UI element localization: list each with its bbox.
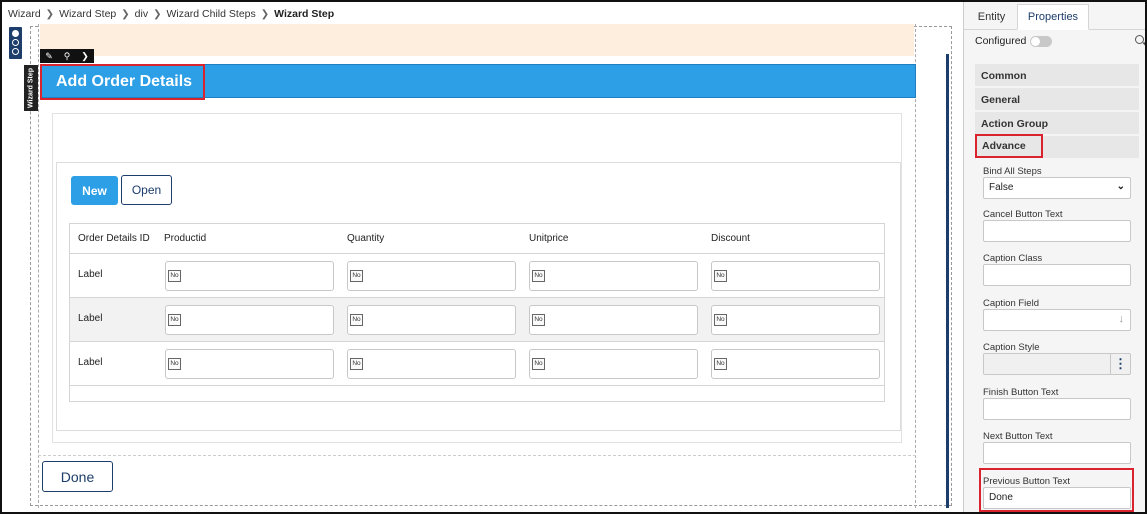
chevron-right-icon: ❯ — [153, 8, 162, 20]
done-button[interactable]: Done — [42, 461, 113, 492]
panel-tabs: Entity Properties — [964, 4, 1145, 30]
finish-button-text-label: Finish Button Text — [983, 387, 1059, 398]
cancel-button-text-input[interactable] — [983, 220, 1131, 242]
chevron-right-icon: ❯ — [45, 8, 55, 20]
field-tag: No — [532, 358, 545, 370]
productid-input[interactable]: No — [165, 349, 334, 379]
productid-input[interactable]: No — [165, 261, 334, 291]
productid-input[interactable]: No — [165, 305, 334, 335]
unitprice-input[interactable]: No — [529, 261, 698, 291]
open-button[interactable]: Open — [121, 175, 172, 205]
cancel-button-text-label: Cancel Button Text — [983, 209, 1063, 220]
section-common[interactable]: Common — [975, 64, 1139, 86]
tab-entity[interactable]: Entity — [969, 4, 1014, 30]
row-label: Label — [78, 357, 103, 368]
search-icon[interactable]: ⚲ — [61, 49, 73, 63]
breadcrumb-item-div[interactable]: div — [135, 8, 148, 20]
field-tag: No — [350, 314, 363, 326]
field-tag: No — [350, 270, 363, 282]
field-tag: No — [714, 314, 727, 326]
breadcrumb: Wizard ❯ Wizard Step ❯ div ❯ Wizard Chil… — [8, 7, 334, 21]
properties-panel: Entity Properties Configured Common Gene… — [963, 2, 1145, 512]
grid-header: Order Details ID Productid Quantity Unit… — [70, 224, 884, 254]
row-label: Label — [78, 313, 103, 324]
field-tag: No — [714, 358, 727, 370]
caption-style-label: Caption Style — [983, 342, 1040, 353]
column-header-productid: Productid — [164, 233, 207, 244]
quantity-input[interactable]: No — [347, 349, 516, 379]
next-button-text-label: Next Button Text — [983, 431, 1053, 442]
quantity-input[interactable]: No — [347, 305, 516, 335]
design-canvas: Wizard Step ✎ ⚲ ❯ Add Order Details New … — [2, 24, 960, 512]
wizard-header-area — [40, 24, 914, 56]
component-tree-toggle[interactable] — [9, 27, 22, 59]
breadcrumb-item-wizard-step[interactable]: Wizard Step — [59, 8, 116, 20]
more-options-icon[interactable]: ⋮ — [1110, 354, 1130, 374]
search-icon[interactable] — [1135, 35, 1144, 44]
chevron-down-icon: ⌄ — [1116, 181, 1125, 192]
next-button-text-input[interactable] — [983, 442, 1131, 464]
table-row: Label No No No No — [70, 298, 884, 342]
breadcrumb-item-wizard-child-steps[interactable]: Wizard Child Steps — [166, 8, 255, 20]
pencil-icon[interactable]: ✎ — [43, 49, 55, 63]
discount-input[interactable]: No — [711, 349, 880, 379]
discount-input[interactable]: No — [711, 261, 880, 291]
column-header-quantity: Quantity — [347, 233, 385, 244]
unitprice-input[interactable]: No — [529, 349, 698, 379]
wizard-footer — [38, 455, 916, 501]
unitprice-input[interactable]: No — [529, 305, 698, 335]
field-tag: No — [168, 314, 181, 326]
column-header-order-details-id: Order Details ID — [78, 233, 150, 244]
field-tag: No — [714, 270, 727, 282]
caption-style-input[interactable]: ⋮ — [983, 353, 1131, 375]
node-icon — [12, 48, 19, 55]
element-toolbar: ✎ ⚲ ❯ — [40, 49, 94, 63]
quantity-input[interactable]: No — [347, 261, 516, 291]
bind-all-steps-label: Bind All Steps — [983, 166, 1042, 177]
configured-toggle[interactable] — [1030, 35, 1053, 47]
column-header-unitprice: Unitprice — [529, 233, 569, 244]
table-row: Label No No No No — [70, 254, 884, 298]
caption-class-label: Caption Class — [983, 253, 1043, 264]
wizard-step-side-label[interactable]: Wizard Step — [24, 65, 38, 111]
section-advance[interactable]: Advance — [975, 134, 1043, 158]
chevron-right-icon: ❯ — [260, 8, 270, 20]
configured-filter: Configured — [975, 35, 1053, 47]
step-title[interactable]: Add Order Details — [40, 64, 205, 100]
bind-all-steps-value: False — [989, 182, 1014, 193]
finish-button-text-input[interactable] — [983, 398, 1131, 420]
tab-properties[interactable]: Properties — [1017, 4, 1089, 30]
field-tag: No — [168, 358, 181, 370]
breadcrumb-item-wizard[interactable]: Wizard — [8, 8, 41, 20]
caption-field-select[interactable]: ↓ — [983, 309, 1131, 331]
new-button[interactable]: New — [71, 176, 118, 205]
caption-field-label: Caption Field — [983, 298, 1039, 309]
discount-input[interactable]: No — [711, 305, 880, 335]
field-tag: No — [532, 314, 545, 326]
bind-all-steps-select[interactable]: False ⌄ — [983, 177, 1131, 199]
section-general[interactable]: General — [975, 88, 1139, 110]
section-action-group[interactable]: Action Group — [975, 112, 1139, 134]
column-header-discount: Discount — [711, 233, 750, 244]
chevron-right-icon[interactable]: ❯ — [79, 49, 91, 63]
field-tag: No — [532, 270, 545, 282]
configured-label: Configured — [975, 35, 1027, 47]
breadcrumb-current: Wizard Step — [274, 8, 335, 20]
row-label: Label — [78, 269, 103, 280]
chevron-right-icon: ❯ — [121, 8, 130, 20]
field-tag: No — [168, 270, 181, 282]
scrollbar[interactable] — [946, 54, 949, 508]
field-tag: No — [350, 358, 363, 370]
arrow-down-icon: ↓ — [1118, 313, 1125, 325]
order-details-grid: Order Details ID Productid Quantity Unit… — [69, 223, 885, 402]
node-icon — [12, 30, 19, 37]
node-icon — [12, 39, 19, 46]
caption-class-input[interactable] — [983, 264, 1131, 286]
previous-button-text-label: Previous Button Text — [983, 476, 1070, 487]
previous-button-text-input[interactable]: Done — [983, 487, 1131, 509]
table-row: Label No No No No — [70, 342, 884, 386]
